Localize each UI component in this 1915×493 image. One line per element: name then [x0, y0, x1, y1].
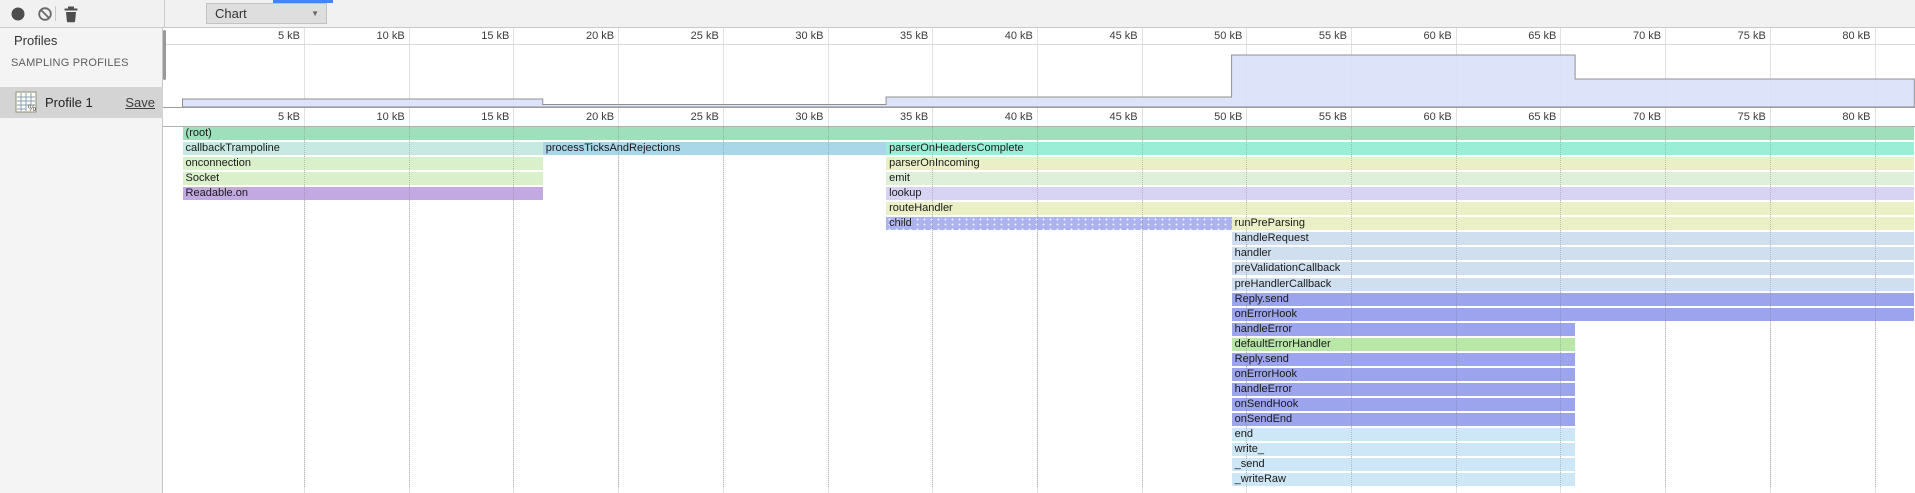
- ruler-tick-label: 25 kB: [633, 30, 719, 42]
- sampling-profiles-heading: SAMPLING PROFILES: [11, 57, 129, 69]
- flame-bar[interactable]: handleError: [1232, 383, 1575, 396]
- flame-bar[interactable]: preHandlerCallback: [1232, 278, 1915, 291]
- pane-divider: [164, 0, 165, 27]
- flame-bar[interactable]: callbackTrampoline: [183, 142, 543, 155]
- ruler-tick-label: 20 kB: [528, 111, 614, 123]
- flame-bar[interactable]: write_: [1232, 443, 1575, 456]
- toolbar-separator: [55, 6, 56, 21]
- record-icon: [7, 3, 29, 25]
- ruler-tick-label: 35 kB: [842, 30, 928, 42]
- trash-icon: [60, 3, 82, 25]
- ruler-tick-label: 65 kB: [1470, 111, 1556, 123]
- flame-bar[interactable]: (root): [183, 127, 1915, 140]
- flame-bar[interactable]: handleError: [1232, 323, 1575, 336]
- flame-bar[interactable]: onconnection: [183, 157, 543, 170]
- ruler-tick-label: 50 kB: [1156, 30, 1242, 42]
- ruler-tick-label: 25 kB: [633, 111, 719, 123]
- ruler-tick-label: 50 kB: [1156, 111, 1242, 123]
- sidebar: Profiles SAMPLING PROFILES % Profile 1 S…: [0, 27, 163, 493]
- ruler-tick-label: 45 kB: [1052, 111, 1138, 123]
- ruler-tick-label: 75 kB: [1680, 30, 1766, 42]
- flame-bar[interactable]: end: [1232, 428, 1575, 441]
- ruler-tick-label: 55 kB: [1261, 111, 1347, 123]
- flame-bar[interactable]: Reply.send: [1232, 293, 1915, 306]
- chevron-down-icon: ▼: [311, 4, 319, 23]
- ruler-tick-label: 5 kB: [214, 111, 300, 123]
- flame-bar[interactable]: Socket: [183, 172, 543, 185]
- ruler-tick-label: 15 kB: [423, 30, 509, 42]
- profile-icon: %: [15, 91, 37, 113]
- flame-bar[interactable]: _writeRaw: [1232, 473, 1575, 486]
- flame-bar[interactable]: defaultErrorHandler: [1232, 338, 1575, 351]
- flame-bar[interactable]: Reply.send: [1232, 353, 1575, 366]
- ruler-tick-label: 55 kB: [1261, 30, 1347, 42]
- view-select[interactable]: Chart ▼: [206, 3, 327, 24]
- flame-bar[interactable]: onErrorHook: [1232, 308, 1915, 321]
- clear-icon: [34, 3, 56, 25]
- flame-bar[interactable]: handleRequest: [1232, 232, 1915, 245]
- ruler-tick-label: 15 kB: [423, 111, 509, 123]
- flame-bar[interactable]: onSendEnd: [1232, 413, 1575, 426]
- flame-bar[interactable]: emit: [886, 172, 1914, 185]
- ruler-tick-label: 35 kB: [842, 111, 928, 123]
- flame-bar[interactable]: routeHandler: [886, 202, 1914, 215]
- flame-bar[interactable]: _send: [1232, 458, 1575, 471]
- svg-text:%: %: [28, 103, 36, 113]
- ruler-tick-label: 60 kB: [1366, 111, 1452, 123]
- record-button[interactable]: [7, 3, 29, 25]
- flame-bar[interactable]: onErrorHook: [1232, 368, 1575, 381]
- flame-bar[interactable]: child: [886, 217, 1232, 230]
- ruler-tick-label: 65 kB: [1470, 30, 1556, 42]
- ruler-tick-label: 80 kB: [1785, 30, 1871, 42]
- ruler-tick-label: 20 kB: [528, 30, 614, 42]
- delete-button[interactable]: [60, 3, 82, 25]
- overview-baseline: [163, 107, 1915, 108]
- flame-bar[interactable]: Readable.on: [183, 187, 543, 200]
- flame-bar[interactable]: parserOnIncoming: [886, 157, 1914, 170]
- profiles-heading: Profiles: [14, 33, 57, 48]
- ruler-tick-label: 60 kB: [1366, 30, 1452, 42]
- ruler-tick-label: 80 kB: [1785, 111, 1871, 123]
- ruler-tick-label: 40 kB: [947, 30, 1033, 42]
- ruler-tick-label: 70 kB: [1575, 30, 1661, 42]
- ruler-top-border: [163, 44, 1915, 45]
- ruler-tick-label: 45 kB: [1052, 30, 1138, 42]
- flame-bar[interactable]: handler: [1232, 247, 1915, 260]
- view-select-value: Chart: [215, 6, 247, 21]
- clear-button[interactable]: [34, 3, 56, 25]
- ruler-tick-label: 70 kB: [1575, 111, 1661, 123]
- flame-bar[interactable]: onSendHook: [1232, 398, 1575, 411]
- ruler-tick-label: 40 kB: [947, 111, 1033, 123]
- ruler-tick-label: 75 kB: [1680, 111, 1766, 123]
- ruler-tick-label: 30 kB: [738, 111, 824, 123]
- flame-bar[interactable]: parserOnHeadersComplete: [886, 142, 1914, 155]
- ruler-tick-label: 5 kB: [214, 30, 300, 42]
- profile-name: Profile 1: [45, 95, 93, 110]
- flame-bar[interactable]: lookup: [886, 187, 1914, 200]
- ruler-tick-label: 10 kB: [319, 30, 405, 42]
- ruler-tick-label: 30 kB: [738, 30, 824, 42]
- flame-bar[interactable]: processTicksAndRejections: [543, 142, 886, 155]
- scrollbar-thumb[interactable]: [163, 30, 166, 80]
- flame-bar[interactable]: runPreParsing: [1232, 217, 1915, 230]
- profile-item[interactable]: % Profile 1 Save: [0, 87, 163, 118]
- flame-chart-pane[interactable]: 5 kB 10 kB 15 kB 20 kB 25 kB 30 kB 35 kB 40 kB 4…: [163, 0, 1915, 493]
- ruler-bottom-border: [163, 126, 1915, 127]
- ruler-tick-label: 10 kB: [319, 111, 405, 123]
- save-link[interactable]: Save: [125, 95, 155, 110]
- toolbar: Chart ▼: [0, 0, 1915, 28]
- flame-bar[interactable]: preValidationCallback: [1232, 262, 1915, 275]
